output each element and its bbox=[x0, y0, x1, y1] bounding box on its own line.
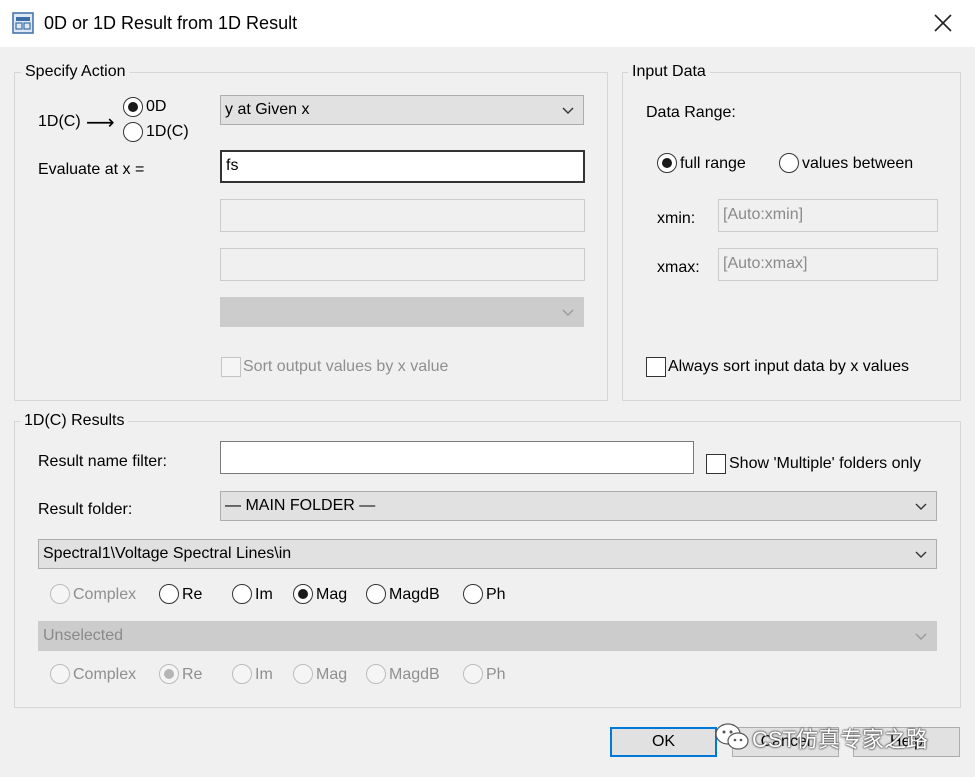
close-icon[interactable] bbox=[930, 10, 956, 36]
evaluate-at-value: fs bbox=[226, 157, 239, 174]
chevron-down-icon bbox=[915, 551, 927, 558]
values-between-radio[interactable] bbox=[779, 153, 799, 173]
result1-complex-label: Complex bbox=[73, 586, 137, 603]
result2-mag-label: Mag bbox=[316, 666, 348, 683]
result2-ph-radio[interactable] bbox=[463, 664, 483, 684]
operation-select-value: y at Given x bbox=[225, 101, 310, 118]
result1-im-radio[interactable] bbox=[232, 584, 252, 604]
result2-im-radio[interactable] bbox=[232, 664, 252, 684]
result1-im-label[interactable]: Im bbox=[255, 586, 273, 604]
output-0d-radio[interactable] bbox=[123, 97, 143, 117]
result1-re-radio[interactable] bbox=[159, 584, 179, 604]
result1-select[interactable]: Spectral1\Voltage Spectral Lines\in bbox=[38, 539, 937, 569]
full-range-label[interactable]: full range bbox=[680, 155, 746, 173]
show-multiple-label[interactable]: Show 'Multiple' folders only bbox=[729, 455, 921, 473]
specify-action-label: Specify Action bbox=[21, 63, 130, 81]
ok-button[interactable]: OK bbox=[610, 727, 717, 757]
result-folder-label: Result folder: bbox=[38, 501, 133, 518]
result2-complex-label: Complex bbox=[73, 666, 137, 683]
result2-im-label: Im bbox=[255, 666, 273, 683]
sort-output-label: Sort output values by x value bbox=[243, 358, 449, 375]
chevron-down-icon bbox=[562, 107, 574, 114]
arrow-right-icon: ⟶ bbox=[86, 112, 115, 134]
result2-re-label: Re bbox=[182, 666, 203, 683]
output-1dc-radio[interactable] bbox=[123, 122, 143, 142]
dialog-app-icon bbox=[12, 12, 34, 34]
result1-magdb-label[interactable]: MagdB bbox=[389, 586, 440, 604]
show-multiple-checkbox[interactable] bbox=[706, 454, 726, 474]
data-range-label: Data Range: bbox=[646, 104, 736, 121]
result1-ph-label[interactable]: Ph bbox=[486, 586, 506, 604]
result2-ph-label: Ph bbox=[486, 666, 506, 683]
always-sort-label[interactable]: Always sort input data by x values bbox=[668, 358, 909, 376]
values-between-label[interactable]: values between bbox=[802, 155, 913, 173]
watermark-text: CST仿真专家之路 bbox=[752, 727, 929, 752]
chevron-down-icon bbox=[915, 503, 927, 510]
result2-magdb-radio[interactable] bbox=[366, 664, 386, 684]
result-folder-value: — MAIN FOLDER — bbox=[225, 497, 376, 514]
extra-select[interactable] bbox=[220, 297, 584, 327]
xmin-value: [Auto:xmin] bbox=[723, 206, 804, 223]
xmax-input[interactable]: [Auto:xmax] bbox=[718, 248, 938, 281]
result-folder-select[interactable]: — MAIN FOLDER — bbox=[220, 491, 937, 521]
result2-value: Unselected bbox=[43, 627, 124, 644]
sort-output-checkbox[interactable] bbox=[221, 357, 241, 377]
wechat-icon bbox=[715, 723, 749, 750]
xmax-value: [Auto:xmax] bbox=[723, 255, 808, 272]
result2-magdb-label: MagdB bbox=[389, 666, 440, 683]
evaluate-at-input[interactable]: fs bbox=[220, 150, 585, 183]
result2-complex-radio[interactable] bbox=[50, 664, 70, 684]
evaluate-at-label: Evaluate at x = bbox=[38, 161, 145, 178]
result1-re-label[interactable]: Re bbox=[182, 586, 202, 604]
extra-input-1[interactable] bbox=[220, 199, 585, 232]
title-bar: 0D or 1D Result from 1D Result bbox=[0, 0, 975, 47]
results-group-label: 1D(C) Results bbox=[20, 412, 129, 430]
result2-mag-radio[interactable] bbox=[293, 664, 313, 684]
chevron-down-icon bbox=[915, 633, 927, 640]
xmin-input[interactable]: [Auto:xmin] bbox=[718, 199, 938, 232]
output-1dc-label[interactable]: 1D(C) bbox=[146, 123, 189, 141]
result1-ph-radio[interactable] bbox=[463, 584, 483, 604]
dialog-title: 0D or 1D Result from 1D Result bbox=[44, 13, 298, 33]
result1-mag-radio[interactable] bbox=[293, 584, 313, 604]
result1-magdb-radio[interactable] bbox=[366, 584, 386, 604]
full-range-radio[interactable] bbox=[657, 153, 677, 173]
result1-complex-radio[interactable] bbox=[50, 584, 70, 604]
operation-select[interactable]: y at Given x bbox=[220, 95, 584, 125]
output-0d-label[interactable]: 0D bbox=[146, 98, 166, 116]
result1-value: Spectral1\Voltage Spectral Lines\in bbox=[43, 545, 292, 562]
chevron-down-icon bbox=[562, 309, 574, 316]
watermark: CST仿真专家之路 bbox=[712, 718, 972, 758]
result-filter-input[interactable] bbox=[220, 441, 694, 474]
result1-mag-label[interactable]: Mag bbox=[316, 586, 347, 604]
xmin-label: xmin: bbox=[657, 210, 696, 227]
result-filter-label: Result name filter: bbox=[38, 453, 167, 470]
extra-input-2[interactable] bbox=[220, 248, 585, 281]
input-dimension-label: 1D(C) bbox=[38, 113, 81, 130]
result2-select[interactable]: Unselected bbox=[38, 621, 937, 651]
always-sort-checkbox[interactable] bbox=[646, 357, 666, 377]
result2-re-radio[interactable] bbox=[159, 664, 179, 684]
xmax-label: xmax: bbox=[657, 259, 700, 276]
input-data-label: Input Data bbox=[628, 63, 710, 81]
